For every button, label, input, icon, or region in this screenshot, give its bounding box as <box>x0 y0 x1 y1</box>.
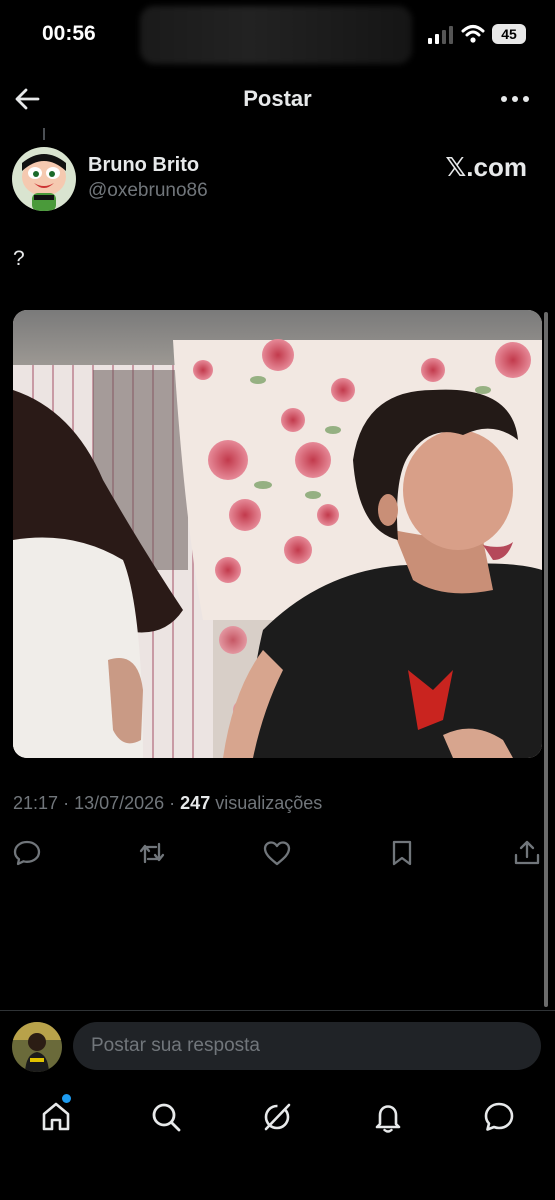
avatar-illustration <box>12 147 76 211</box>
battery-indicator: 45 <box>492 24 526 44</box>
action-bar <box>0 838 555 868</box>
views-count: 247 <box>180 793 211 813</box>
status-bar: 00:56 45 <box>0 0 555 70</box>
status-time: 00:56 <box>42 22 96 45</box>
bottom-nav <box>0 1090 555 1146</box>
notifications-icon[interactable] <box>371 1100 405 1134</box>
reply-input[interactable] <box>73 1022 541 1070</box>
x-watermark: 𝕏.com <box>445 152 527 182</box>
home-icon[interactable] <box>39 1100 73 1134</box>
bookmark-icon[interactable] <box>387 838 417 868</box>
scrollbar[interactable] <box>544 312 548 1007</box>
post-time: 21:17 <box>13 793 59 813</box>
user-avatar[interactable] <box>12 1022 62 1072</box>
post-image[interactable] <box>13 310 542 758</box>
grok-icon[interactable] <box>260 1100 294 1134</box>
views-label: visualizações <box>215 793 323 813</box>
reply-icon[interactable] <box>12 838 42 868</box>
signal-icon <box>428 26 453 44</box>
photo-illustration <box>13 310 542 758</box>
post-text: ? <box>13 247 25 270</box>
search-icon[interactable] <box>149 1100 183 1134</box>
page-title: Postar <box>243 86 312 111</box>
author-handle[interactable]: @oxebruno86 <box>88 180 208 202</box>
meta-separator: · <box>63 793 75 813</box>
author-name[interactable]: Bruno Brito <box>88 154 199 177</box>
author-avatar[interactable] <box>12 147 76 211</box>
top-bar: Postar <box>0 76 555 122</box>
reply-divider <box>0 1010 555 1011</box>
post-meta: 21:17 · 13/07/2026 · 247 visualizações <box>13 793 322 814</box>
user-avatar-illustration <box>12 1022 62 1072</box>
like-icon[interactable] <box>262 838 292 868</box>
more-icon[interactable] <box>499 86 531 112</box>
home-badge <box>62 1094 71 1103</box>
repost-icon[interactable] <box>137 838 167 868</box>
messages-icon[interactable] <box>482 1100 516 1134</box>
notification-pill <box>140 6 412 64</box>
thread-connector <box>43 128 45 140</box>
share-icon[interactable] <box>512 838 542 868</box>
wifi-icon <box>461 25 485 43</box>
meta-separator: · <box>169 793 181 813</box>
post-date: 13/07/2026 <box>74 793 165 813</box>
